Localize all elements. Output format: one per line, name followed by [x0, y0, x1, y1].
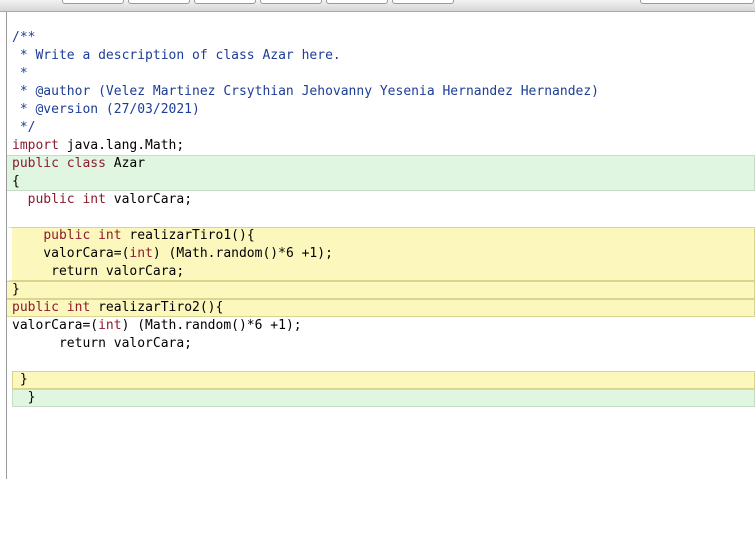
code-token: valorCara=(	[12, 318, 99, 333]
code-line[interactable]: * @version (27/03/2021)	[12, 101, 200, 119]
code-token: }	[12, 372, 28, 387]
toolbar-tab[interactable]	[128, 0, 190, 4]
comment-token: */	[12, 120, 36, 135]
method-scope-end	[6, 281, 755, 299]
comment-token: * @version (27/03/2021)	[12, 102, 200, 117]
code-line[interactable]: public int realizarTiro1(){	[12, 227, 255, 245]
code-line[interactable]: public int realizarTiro2(){	[12, 299, 223, 317]
code-line[interactable]: import java.lang.Math;	[12, 137, 184, 155]
keyword-token: public	[43, 228, 91, 243]
code-line[interactable]: * Write a description of class Azar here…	[12, 47, 341, 65]
code-line[interactable]: {	[12, 173, 20, 191]
toolbar-tab[interactable]	[194, 0, 256, 4]
code-token: ) (Math.random()*6 +1);	[152, 246, 333, 261]
code-line[interactable]: }	[12, 281, 20, 299]
code-token: ) (Math.random()*6 +1);	[121, 318, 302, 333]
keyword-token: import	[12, 138, 59, 153]
code-token: }	[12, 390, 36, 405]
comment-token: /**	[12, 30, 36, 45]
comment-token: *	[12, 66, 28, 81]
code-line[interactable]: return valorCara;	[12, 335, 192, 353]
code-token: Azar	[105, 156, 146, 171]
code-line[interactable]: public class Azar	[12, 155, 145, 173]
code-line[interactable]: return valorCara;	[12, 263, 184, 281]
code-line[interactable]: public int valorCara;	[12, 191, 192, 209]
toolbar-tab[interactable]	[392, 0, 454, 4]
class-close-scope	[12, 389, 755, 407]
keyword-token: public	[27, 192, 75, 207]
toolbar-tab[interactable]	[640, 0, 754, 4]
code-token: {	[12, 174, 20, 189]
code-editor[interactable]: /** * Write a description of class Azar …	[0, 12, 755, 479]
code-token: valorCara;	[105, 192, 193, 207]
method-close-scope	[12, 371, 755, 389]
editor-toolbar-strip	[0, 0, 755, 12]
keyword-token: int	[129, 246, 153, 261]
code-token: java.lang.Math;	[58, 138, 185, 153]
code-line[interactable]: valorCara=(int) (Math.random()*6 +1);	[12, 317, 302, 335]
code-line[interactable]: valorCara=(int) (Math.random()*6 +1);	[12, 245, 333, 263]
code-line[interactable]: }	[12, 371, 28, 389]
code-token: return valorCara;	[12, 264, 185, 279]
keyword-token: int	[98, 318, 122, 333]
toolbar-tab[interactable]	[62, 0, 124, 4]
code-line[interactable]: /**	[12, 29, 35, 47]
keyword-token: int	[98, 228, 122, 243]
editor-gutter[interactable]	[0, 12, 7, 479]
code-line[interactable]: }	[12, 389, 36, 407]
keyword-token: public	[12, 156, 59, 171]
toolbar-tab[interactable]	[326, 0, 388, 4]
comment-token: * Write a description of class Azar here…	[12, 48, 341, 63]
comment-token: * @author (Velez Martinez Crsythian Jeho…	[12, 84, 599, 99]
code-line[interactable]: */	[12, 119, 36, 137]
code-line[interactable]: * @author (Velez Martinez Crsythian Jeho…	[12, 83, 599, 101]
keyword-token: public	[12, 300, 59, 315]
keyword-token: int	[82, 192, 106, 207]
code-token: return valorCara;	[12, 336, 193, 351]
keyword-token: int	[66, 300, 91, 315]
code-token: realizarTiro2(){	[90, 300, 224, 315]
code-token: realizarTiro1(){	[121, 228, 255, 243]
code-line[interactable]: *	[12, 65, 28, 83]
code-token: }	[12, 282, 20, 297]
keyword-token: class	[66, 156, 106, 171]
code-token: valorCara=(	[12, 246, 130, 261]
toolbar-tab[interactable]	[260, 0, 322, 4]
